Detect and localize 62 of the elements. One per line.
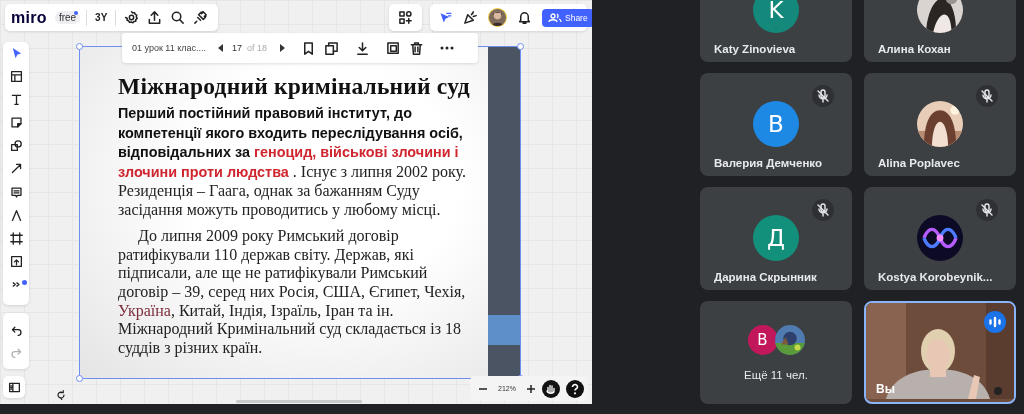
- copy-icon[interactable]: [324, 40, 340, 56]
- participant-name: Валерия Демченко: [713, 157, 822, 169]
- frame-icon[interactable]: [9, 231, 23, 245]
- participant-name: Alina Poplavec: [877, 157, 960, 169]
- board-name[interactable]: 3Y: [95, 12, 108, 23]
- avatar: В: [753, 101, 799, 147]
- next-icon[interactable]: [279, 44, 286, 52]
- text-tool-icon[interactable]: [9, 93, 23, 107]
- participant-name: Алина Кохан: [877, 43, 951, 55]
- scrollbar[interactable]: [236, 400, 362, 403]
- avatar: K: [753, 0, 799, 33]
- avatar: Д: [753, 215, 799, 261]
- slide-paragraph: Перший постійний правовий інститут, до компетенції якого входить переслідування осіб, відповідальних за геноцид, військові злочини і злочини проти людства . Існує з липня 2002 року. Резиденція – Гаага, однак за бажанням Суду засідання можуть проводитись у любому місці.: [118, 104, 467, 220]
- plan-badge: free: [54, 11, 81, 24]
- comment-icon[interactable]: [9, 185, 23, 199]
- miro-logo: miro: [11, 8, 47, 27]
- frame-total: of 18: [247, 43, 268, 53]
- muted-microphone-icon: [812, 85, 834, 107]
- people-icon: [548, 12, 562, 23]
- previous-icon[interactable]: [218, 44, 224, 52]
- resize-handle[interactable]: [517, 43, 524, 50]
- template-icon[interactable]: [9, 70, 23, 84]
- trash-icon[interactable]: [409, 40, 425, 56]
- participant-name: Вы: [876, 382, 895, 396]
- share-button[interactable]: Share: [542, 8, 592, 27]
- duplicate-frame-icon[interactable]: [386, 40, 402, 56]
- upload-icon[interactable]: [9, 254, 23, 268]
- slide-title: Міжнародний кримінальний суд: [118, 73, 471, 100]
- zoom-in-icon[interactable]: [525, 383, 536, 394]
- search-icon[interactable]: [170, 10, 186, 25]
- slide-accent-bar: [488, 315, 520, 345]
- cursor-icon[interactable]: [438, 10, 453, 25]
- participant-name: Дарина Скрынник: [713, 271, 817, 283]
- avatar: В: [747, 325, 778, 355]
- upload-icon[interactable]: [147, 10, 163, 25]
- resize-handle[interactable]: [76, 375, 83, 382]
- apps-icon[interactable]: [398, 10, 413, 25]
- slide-paragraph: До липня 2009 року Римський договір ратифікували 110 держав світу. Держав, які підписали, але ще не ратифікували Римський договір – 39, серед них Росія, США, Єгипет, Чехія, Україна, Китай, Індія, Ізраїль, Іран та ін. Міжнародний Кримінальний суд складається із 18 суддів з різних країн.: [118, 227, 466, 358]
- rotate-icon[interactable]: [55, 389, 67, 401]
- bell-icon[interactable]: [517, 10, 532, 25]
- resize-handle[interactable]: [76, 43, 83, 50]
- muted-microphone-icon: [976, 85, 998, 107]
- help-icon[interactable]: [565, 379, 584, 398]
- download-icon[interactable]: [355, 40, 371, 56]
- muted-microphone-icon: [812, 199, 834, 221]
- more-participants-label[interactable]: Ещё 11 чел.: [744, 369, 808, 381]
- party-popper-icon[interactable]: [463, 10, 478, 25]
- plug-icon[interactable]: [193, 10, 209, 25]
- dot-icon: [22, 280, 27, 285]
- hand-icon[interactable]: [541, 379, 560, 398]
- participant-name: Katy Zinovieva: [713, 43, 796, 55]
- more-icon[interactable]: [440, 46, 455, 50]
- muted-microphone-icon: [976, 199, 998, 221]
- pen-icon[interactable]: [9, 208, 23, 222]
- sticky-note-icon[interactable]: [9, 116, 23, 130]
- participant-name: Kostya Korobeynik...: [877, 271, 993, 283]
- arrow-icon[interactable]: [9, 162, 23, 176]
- frame-title[interactable]: 01 урок 11 клас....: [132, 43, 206, 53]
- frame-number: 17: [232, 43, 242, 53]
- dot-icon: [74, 10, 79, 15]
- shapes-icon[interactable]: [9, 139, 23, 153]
- settings-icon[interactable]: [124, 10, 140, 25]
